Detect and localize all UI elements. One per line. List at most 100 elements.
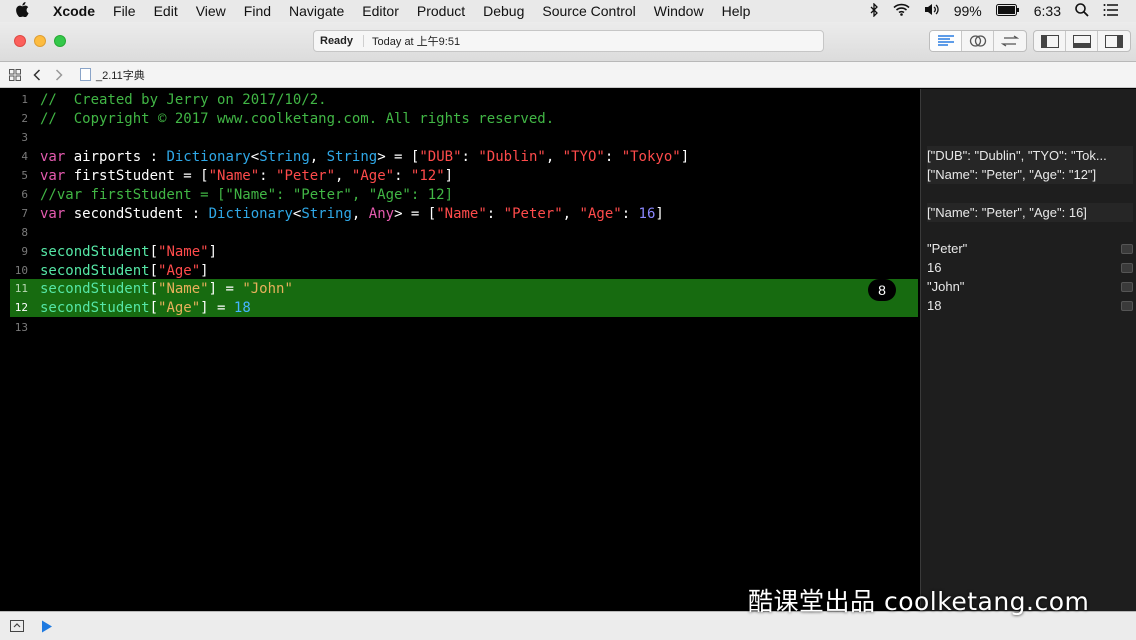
code-text: secondStudent["Age"]: [40, 262, 209, 279]
code-line[interactable]: 13: [0, 318, 920, 337]
code-text: var secondStudent : Dictionary<String, A…: [40, 205, 664, 222]
code-line-highlighted[interactable]: 12 secondStudent["Age"] = 18: [10, 298, 918, 317]
menu-editor[interactable]: Editor: [353, 3, 408, 19]
related-items-button[interactable]: [4, 64, 26, 86]
clock[interactable]: 6:33: [1027, 3, 1068, 19]
menu-navigate[interactable]: Navigate: [280, 3, 353, 19]
code-line[interactable]: 2 // Copyright © 2017 www.coolketang.com…: [0, 109, 920, 128]
zoom-window-button[interactable]: [54, 35, 66, 47]
apple-icon[interactable]: [0, 1, 44, 21]
code-line[interactable]: 7 var secondStudent : Dictionary<String,…: [0, 204, 920, 223]
line-number: 12: [14, 301, 28, 314]
result-line-10[interactable]: 16: [927, 258, 1133, 277]
result-value: "John": [927, 279, 965, 294]
line-number: 13: [14, 321, 28, 334]
menu-view[interactable]: View: [187, 3, 235, 19]
menu-source-control[interactable]: Source Control: [533, 3, 644, 19]
toggle-debug-area-button[interactable]: [1066, 31, 1098, 51]
code-line[interactable]: 4 var airports : Dictionary<String, Stri…: [0, 147, 920, 166]
watermark: 酷课堂出品 coolketang.com: [748, 587, 1090, 616]
code-text: var airports : Dictionary<String, String…: [40, 148, 690, 165]
menu-edit[interactable]: Edit: [145, 3, 187, 19]
standard-editor-icon: [937, 35, 954, 46]
menu-window[interactable]: Window: [645, 3, 713, 19]
minimize-window-button[interactable]: [34, 35, 46, 47]
spotlight-search-icon[interactable]: [1068, 2, 1096, 20]
assistant-editor-icon: [969, 35, 986, 47]
result-line-11[interactable]: "John": [927, 277, 1133, 296]
back-button[interactable]: [26, 64, 48, 86]
code-line-highlighted[interactable]: 11 secondStudent["Name"] = "John": [10, 279, 918, 298]
menu-xcode[interactable]: Xcode: [44, 3, 104, 19]
toggle-utilities-button[interactable]: [1098, 31, 1130, 51]
result-line-12[interactable]: 18: [927, 296, 1133, 315]
quick-look-icon[interactable]: [1121, 281, 1133, 292]
toggle-navigator-button[interactable]: [1034, 31, 1066, 51]
battery-icon[interactable]: [989, 3, 1027, 19]
result-line-4[interactable]: ["DUB": "Dublin", "TYO": "Tok...: [927, 146, 1133, 165]
build-time: Today at 上午9:51: [372, 36, 461, 48]
forward-button[interactable]: [48, 64, 70, 86]
code-line[interactable]: 9 secondStudent["Name"]: [0, 242, 920, 261]
code-text: // Created by Jerry on 2017/10/2.: [40, 91, 327, 108]
breadcrumb-file-name: _2.11字典: [96, 69, 145, 82]
playground-file-icon: [80, 68, 91, 81]
version-editor-icon: [1001, 35, 1019, 47]
window-toolbar: Ready Today at 上午9:51: [0, 22, 1136, 62]
line-number: 1: [21, 93, 28, 106]
quick-look-icon[interactable]: [1121, 243, 1133, 254]
run-playground-button[interactable]: [34, 613, 60, 639]
bluetooth-icon[interactable]: [863, 1, 886, 20]
code-text: secondStudent["Name"] = "John": [40, 280, 293, 297]
menu-help[interactable]: Help: [713, 3, 760, 19]
menu-bar: Xcode File Edit View Find Navigate Edito…: [0, 0, 1136, 22]
line-number: 10: [14, 264, 28, 277]
result-line-7[interactable]: ["Name": "Peter", "Age": 16]: [927, 203, 1133, 222]
quick-look-icon[interactable]: [1121, 300, 1133, 311]
hide-debug-area-button[interactable]: [4, 613, 30, 639]
code-editor[interactable]: 1 // Created by Jerry on 2017/10/2. 2 //…: [0, 89, 920, 611]
code-text: // Copyright © 2017 www.coolketang.com. …: [40, 110, 555, 127]
step-badge: 8: [868, 279, 896, 301]
status-area: 99% 6:33: [863, 1, 1136, 20]
grid-icon: [9, 68, 21, 81]
close-window-button[interactable]: [14, 35, 26, 47]
menu-debug[interactable]: Debug: [474, 3, 533, 19]
notification-center-icon[interactable]: [1096, 3, 1126, 19]
line-number: 6: [21, 188, 28, 201]
version-editor-button[interactable]: [994, 31, 1026, 51]
line-number: 4: [21, 150, 28, 163]
code-line[interactable]: 8: [0, 223, 920, 242]
code-line[interactable]: 10 secondStudent["Age"]: [0, 261, 920, 280]
quick-look-icon[interactable]: [1121, 262, 1133, 273]
result-line-5[interactable]: ["Name": "Peter", "Age": "12"]: [927, 165, 1133, 184]
breadcrumb-file[interactable]: _2.11字典: [80, 67, 145, 83]
result-value: 18: [927, 298, 942, 313]
code-text: //var firstStudent = ["Name": "Peter", "…: [40, 186, 454, 203]
menu-find[interactable]: Find: [235, 3, 280, 19]
line-number: 11: [14, 282, 28, 295]
panel-toggle-group: [1033, 30, 1131, 52]
result-value: ["Name": "Peter", "Age": "12"]: [927, 167, 1097, 182]
result-value: ["Name": "Peter", "Age": 16]: [927, 205, 1087, 220]
line-number: 8: [21, 226, 28, 239]
assistant-editor-button[interactable]: [962, 31, 994, 51]
result-value: ["DUB": "Dublin", "TYO": "Tok...: [927, 148, 1107, 163]
code-line[interactable]: 5 var firstStudent = ["Name": "Peter", "…: [0, 166, 920, 185]
play-icon: [42, 620, 52, 632]
menu-file[interactable]: File: [104, 3, 145, 19]
standard-editor-button[interactable]: [930, 31, 962, 51]
line-number: 7: [21, 207, 28, 220]
code-text: secondStudent["Name"]: [40, 243, 218, 260]
result-line-9[interactable]: "Peter": [927, 239, 1133, 258]
wifi-icon[interactable]: [886, 3, 917, 19]
playground-results-sidebar: ["DUB": "Dublin", "TYO": "Tok... ["Name"…: [920, 89, 1136, 611]
code-line[interactable]: 6 //var firstStudent = ["Name": "Peter",…: [0, 185, 920, 204]
battery-percent: 99%: [953, 3, 982, 19]
menu-product[interactable]: Product: [408, 3, 474, 19]
volume-icon[interactable]: [917, 3, 947, 19]
jump-bar: _2.11字典: [0, 62, 1136, 88]
line-number: 5: [21, 169, 28, 182]
code-line[interactable]: 1 // Created by Jerry on 2017/10/2.: [0, 90, 920, 109]
code-line[interactable]: 3: [0, 128, 920, 147]
